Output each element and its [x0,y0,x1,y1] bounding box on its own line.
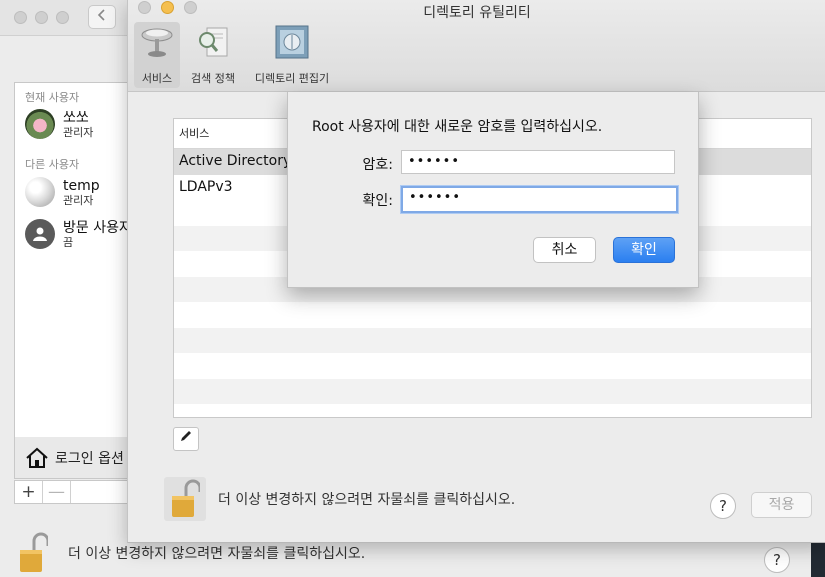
user-name: 방문 사용자 [63,219,132,236]
user-item-guest[interactable]: 방문 사용자 끔 [25,219,132,249]
golf-ball-avatar [25,177,55,207]
unlocked-padlock-icon [172,479,200,517]
bg-help-button[interactable]: ? [764,547,790,573]
house-icon [26,447,48,468]
remove-user-button[interactable]: — [43,481,71,503]
password-field[interactable]: •••••• [401,150,675,174]
ok-button[interactable]: 확인 [613,237,675,263]
bg-close-button[interactable] [14,11,27,24]
login-options-item[interactable]: 로그인 옵션 [14,437,134,479]
lock-button[interactable] [164,477,206,521]
tab-services[interactable]: 서비스 [134,22,180,88]
services-icon [141,28,173,57]
apply-button[interactable]: 적용 [751,492,812,518]
add-user-button[interactable]: + [15,481,43,503]
users-sidebar: 현재 사용자 쏘쏘 관리자 다른 사용자 temp 관리자 방문 사용자 끔 [14,82,134,442]
window-title: 디렉토리 유틸리티 [423,5,531,21]
search-policy-icon [199,27,228,57]
unlocked-padlock-icon[interactable] [18,532,48,574]
other-users-header: 다른 사용자 [25,158,80,171]
lotus-avatar [25,109,55,139]
tab-search-policy-label: 검색 정책 [191,72,235,85]
root-password-sheet: Root 사용자에 대한 새로운 암호를 입력하십시오. 암호: •••••• … [287,92,699,288]
du-help-button[interactable]: ? [710,493,736,519]
confirm-password-field[interactable]: •••••• [401,186,678,213]
user-item-ssosso[interactable]: 쏘쏘 관리자 [25,109,93,139]
tab-services-label: 서비스 [141,72,173,85]
back-button[interactable] [88,5,116,29]
guest-avatar [25,219,55,249]
tab-directory-editor-label: 디렉토리 편집기 [254,72,330,85]
tab-search-policy[interactable]: 검색 정책 [186,22,240,88]
directory-editor-icon [275,25,309,59]
cancel-button[interactable]: 취소 [533,237,596,263]
du-toolbar: 디렉토리 유틸리티 서비스 검색 정책 디렉토리 편집기 [128,0,825,92]
user-name: 쏘쏘 [63,109,89,126]
desktop-edge [811,540,825,577]
password-label: 암호: [362,157,393,173]
table-row-empty [174,327,811,353]
pencil-icon [181,431,191,441]
login-options-label: 로그인 옵션 [55,450,124,467]
user-role: 관리자 [63,125,94,139]
user-name: temp [63,177,100,194]
table-row-empty [174,302,811,328]
tab-directory-editor[interactable]: 디렉토리 편집기 [248,22,336,88]
bg-minimize-button[interactable] [35,11,48,24]
table-row-empty [174,404,811,417]
user-role: 관리자 [63,193,94,207]
edit-service-button[interactable] [173,427,199,451]
bg-lock-text: 더 이상 변경하지 않으려면 자물쇠를 클릭하십시오. [68,546,366,562]
user-item-temp[interactable]: temp 관리자 [25,177,100,207]
person-icon [33,227,47,241]
user-role: 끔 [63,235,74,249]
add-remove-bar: + — [14,480,134,504]
du-lock-row: 더 이상 변경하지 않으려면 자물쇠를 클릭하십시오. [164,476,515,522]
current-user-header: 현재 사용자 [25,91,80,104]
table-row-empty [174,378,811,404]
sheet-message: Root 사용자에 대한 새로운 암호를 입력하십시오. [312,119,603,135]
bg-zoom-button[interactable] [56,11,69,24]
table-row-empty [174,353,811,379]
chevron-left-icon [97,9,105,21]
du-lock-text: 더 이상 변경하지 않으려면 자물쇠를 클릭하십시오. [218,492,516,508]
confirm-label: 확인: [362,193,393,209]
